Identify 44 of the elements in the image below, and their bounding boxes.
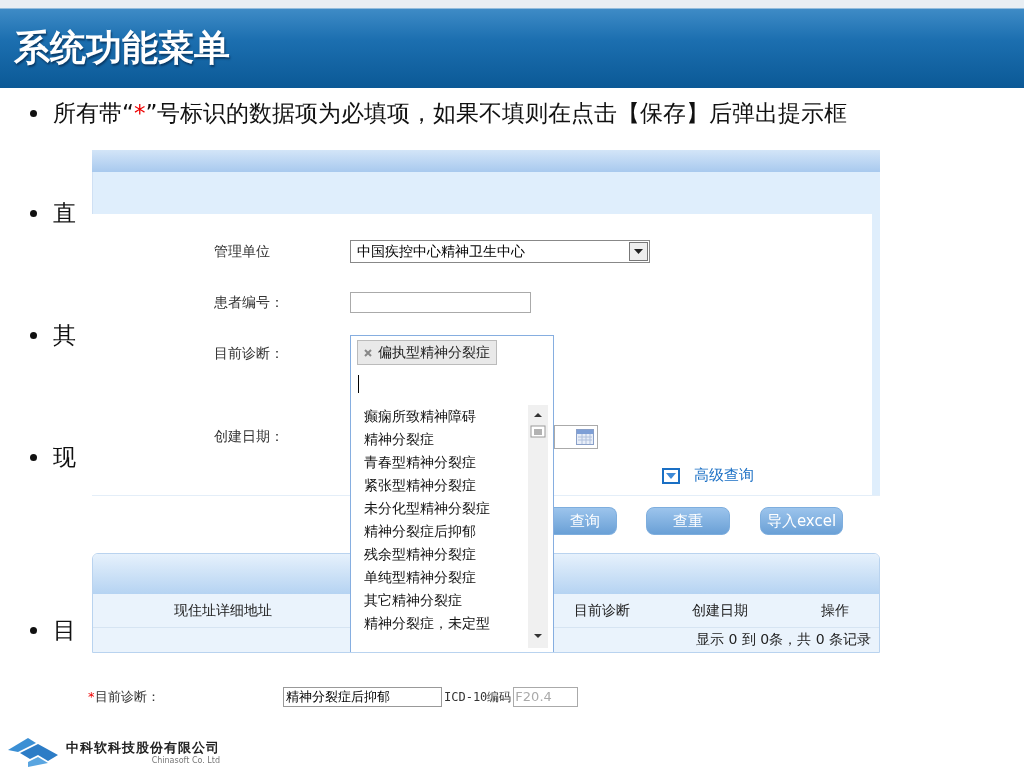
dropdown-option[interactable]: 精神分裂症后抑郁 — [364, 520, 528, 543]
field-label: *目前诊断： — [88, 688, 161, 706]
company-english-name: Chinasoft Co. Ltd — [151, 756, 220, 765]
dropdown-option[interactable]: 精神分裂症，未定型 — [364, 612, 528, 635]
code-label: ICD-10编码 — [444, 688, 512, 706]
field-label: 管理单位 — [214, 242, 271, 261]
slide-title: 系统功能菜单 — [14, 26, 230, 70]
column-header: 创建日期 — [691, 601, 749, 620]
calendar-icon[interactable] — [576, 428, 594, 445]
bullet-text: 目 — [53, 616, 76, 645]
bullet-dot — [30, 454, 37, 461]
selected-tag[interactable]: 偏执型精神分裂症 — [357, 340, 497, 365]
dropdown-option[interactable]: 青春型精神分裂症 — [364, 451, 528, 474]
advanced-query-link[interactable]: 高级查询 — [694, 466, 754, 485]
bullet-text: 现 — [53, 443, 76, 472]
bullet-dot — [30, 627, 37, 634]
text-caret — [358, 375, 359, 393]
bullet-dot — [30, 110, 37, 117]
bullet-text: 所有带“*”号标识的数据项为必填项，如果不填则在点击【保存】后弹出提示框 — [53, 99, 848, 128]
bullet-text: 其 — [53, 321, 76, 350]
dropdown-option[interactable]: 残余型精神分裂症 — [364, 543, 528, 566]
bullet-text: 直 — [53, 199, 76, 228]
dropdown-option[interactable]: 紧张型精神分裂症 — [364, 474, 528, 497]
column-header: 目前诊断 — [572, 601, 631, 620]
company-name: 中科软科技股份有限公司 — [66, 739, 220, 756]
dropdown-option[interactable]: 未分化型精神分裂症 — [364, 497, 528, 520]
column-header: 现住址详细地址 — [172, 601, 273, 620]
bullet-dot — [30, 332, 37, 339]
dropdown-option[interactable]: 其它精神分裂症 — [364, 589, 528, 612]
field-label: 创建日期： — [214, 427, 285, 446]
column-header: 操作 — [820, 601, 850, 620]
unit-select[interactable]: 中国疾控中心精神卫生中心 — [350, 240, 650, 263]
pagination-info: 显示 0 到 0条，共 0 条记录 — [696, 631, 871, 649]
input-field[interactable] — [350, 292, 531, 313]
bullet-dot — [30, 210, 37, 217]
dropdown-option[interactable]: 单纯型精神分裂症 — [364, 566, 528, 589]
dropdown-option[interactable]: 精神分裂症 — [364, 428, 528, 451]
company-logo-icon — [6, 736, 60, 768]
remove-icon[interactable] — [364, 348, 372, 357]
dropdown-option[interactable]: 癫痫所致精神障碍 — [364, 405, 528, 428]
field-label: 目前诊断： — [214, 344, 285, 363]
diagnosis-field[interactable]: 精神分裂症后抑郁 — [283, 687, 442, 707]
field-label: 患者编号： — [214, 293, 285, 312]
date-field[interactable] — [554, 424, 598, 449]
